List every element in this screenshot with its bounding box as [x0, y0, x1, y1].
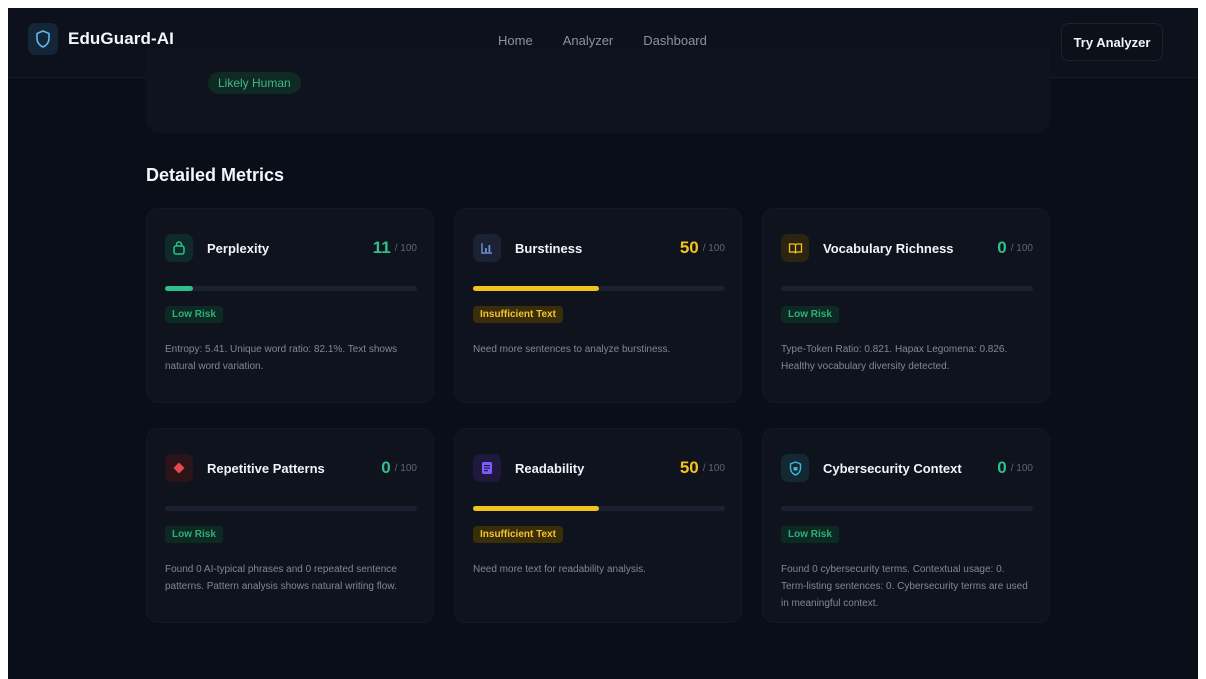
- metric-score: 50: [679, 238, 699, 257]
- metric-score: 0: [997, 458, 1007, 477]
- metric-description: Found 0 cybersecurity terms. Contextual …: [781, 564, 1028, 609]
- metric-card-cybersecurity-context: Cybersecurity Context 0 / 100 Low Risk F…: [762, 428, 1050, 623]
- book-icon: [781, 234, 809, 262]
- metric-score-max: / 100: [1010, 462, 1033, 474]
- risk-badge: Low Risk: [165, 306, 223, 323]
- metric-card-perplexity: Perplexity 11 / 100 Low Risk Entropy: 5.…: [146, 208, 434, 403]
- metric-score: 50: [679, 458, 699, 477]
- progress-track: [473, 286, 725, 291]
- metric-score: 0: [997, 238, 1007, 257]
- metric-score-max: / 100: [1010, 242, 1033, 254]
- metrics-grid: Perplexity 11 / 100 Low Risk Entropy: 5.…: [146, 208, 1050, 638]
- document-icon: [473, 454, 501, 482]
- metric-description: Entropy: 5.41. Unique word ratio: 82.1%.…: [165, 344, 398, 372]
- metric-description: Found 0 AI-typical phrases and 0 repeate…: [165, 564, 397, 592]
- metric-score-max: / 100: [702, 242, 725, 254]
- metric-description: Type-Token Ratio: 0.821. Hapax Legomena:…: [781, 344, 1008, 372]
- metric-name: Burstiness: [515, 240, 583, 256]
- diamond-icon: [165, 454, 193, 482]
- metric-score-max: / 100: [394, 242, 417, 254]
- metric-name: Cybersecurity Context: [823, 460, 962, 476]
- risk-badge: Low Risk: [781, 306, 839, 323]
- progress-track: [165, 286, 417, 291]
- nav-links: Home Analyzer Dashboard: [498, 33, 707, 48]
- metric-card-burstiness: Burstiness 50 / 100 Insufficient Text Ne…: [454, 208, 742, 403]
- metric-card-repetitive-patterns: Repetitive Patterns 0 / 100 Low Risk Fou…: [146, 428, 434, 623]
- metric-score: 0: [381, 458, 391, 477]
- metric-score-max: / 100: [702, 462, 725, 474]
- brand-name: EduGuard-AI: [68, 29, 174, 48]
- metric-score-max: / 100: [394, 462, 417, 474]
- metric-description: Need more text for readability analysis.: [473, 564, 646, 575]
- nav-home-link[interactable]: Home: [498, 33, 533, 48]
- metric-name: Repetitive Patterns: [207, 460, 325, 476]
- metric-name: Readability: [515, 460, 585, 476]
- progress-fill: [473, 286, 599, 291]
- metric-description: Need more sentences to analyze burstines…: [473, 344, 671, 355]
- nav-analyzer-link[interactable]: Analyzer: [563, 33, 614, 48]
- shield-logo-icon: [28, 23, 58, 55]
- metric-name: Vocabulary Richness: [823, 240, 954, 256]
- shield-check-icon: [781, 454, 809, 482]
- metric-name: Perplexity: [207, 240, 270, 256]
- metric-card-vocabulary-richness: Vocabulary Richness 0 / 100 Low Risk Typ…: [762, 208, 1050, 403]
- app-window: EduGuard-AI Home Analyzer Dashboard Try …: [8, 8, 1198, 679]
- progress-track: [165, 506, 417, 511]
- bar-chart-icon: [473, 234, 501, 262]
- progress-fill: [473, 506, 599, 511]
- progress-track: [473, 506, 725, 511]
- progress-track: [781, 506, 1033, 511]
- risk-badge: Insufficient Text: [473, 526, 563, 543]
- risk-badge: Low Risk: [165, 526, 223, 543]
- risk-badge: Insufficient Text: [473, 306, 563, 323]
- summary-card: Likely Human: [146, 48, 1050, 133]
- metric-card-readability: Readability 50 / 100 Insufficient Text N…: [454, 428, 742, 623]
- progress-track: [781, 286, 1033, 291]
- metric-score: 11: [372, 238, 391, 257]
- progress-fill: [165, 286, 193, 291]
- verdict-badge: Likely Human: [208, 72, 301, 94]
- nav-dashboard-link[interactable]: Dashboard: [643, 33, 707, 48]
- try-analyzer-button[interactable]: Try Analyzer: [1061, 23, 1163, 61]
- section-title: Detailed Metrics: [146, 165, 285, 185]
- risk-badge: Low Risk: [781, 526, 839, 543]
- shield-icon: [165, 234, 193, 262]
